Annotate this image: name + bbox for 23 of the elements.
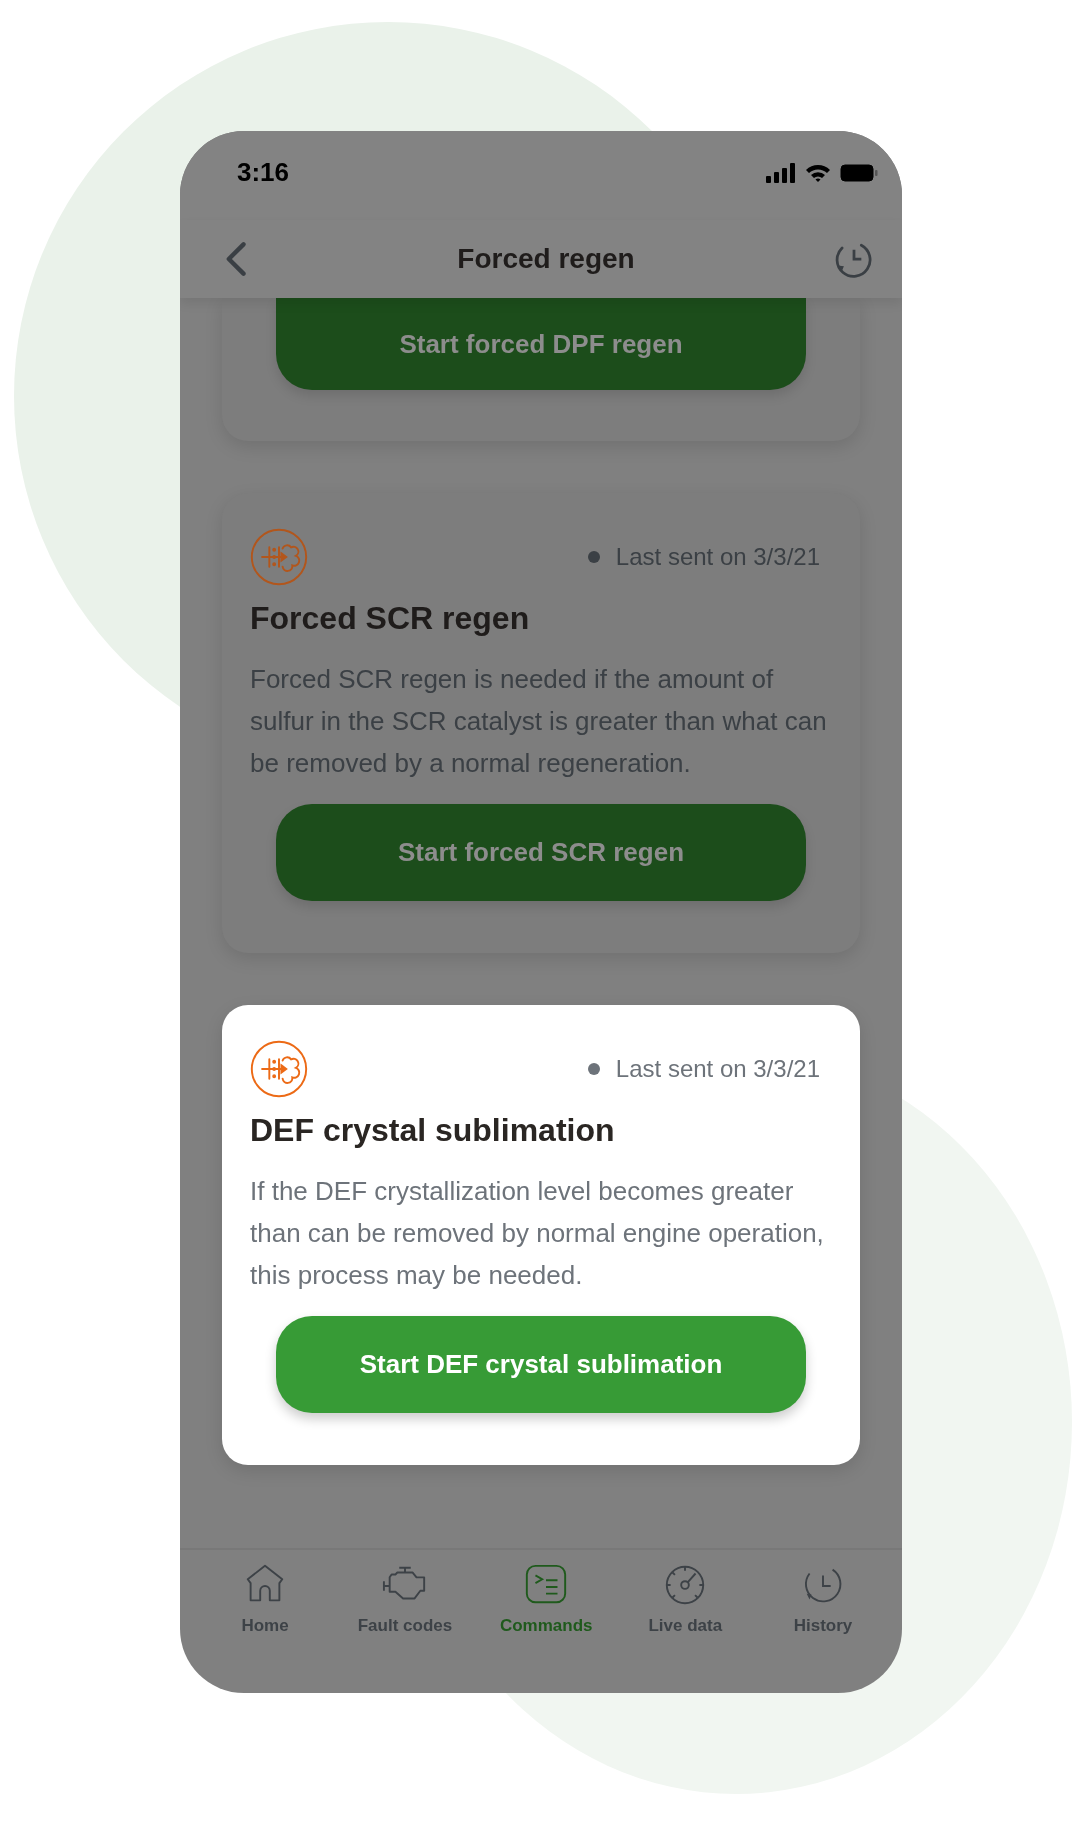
screen-title: Forced regen xyxy=(457,243,635,275)
last-sent-text: Last sent on 3/3/21 xyxy=(615,1055,820,1083)
card-description: Forced SCR regen is needed if the amount of sulfur in the SCR catalyst is greater than what can be removed by a normal regeneration. xyxy=(250,663,828,780)
cloud-filter-icon xyxy=(250,1040,308,1098)
battery-icon xyxy=(840,163,878,182)
start-button[interactable]: Start forced DPF regen xyxy=(276,298,806,390)
wifi-icon xyxy=(804,162,832,183)
signal-icon xyxy=(766,162,796,183)
status-dot xyxy=(587,1063,600,1075)
start-button[interactable]: Start DEF crystal sublimation xyxy=(276,1316,806,1413)
cloud-filter-icon xyxy=(250,528,308,586)
tab-item[interactable]: Fault codes xyxy=(357,1562,453,1693)
card-title: Forced SCR regen xyxy=(250,599,531,638)
tab-item[interactable]: Commands xyxy=(499,1562,593,1693)
last-sent-text: Last sent on 3/3/21 xyxy=(615,543,820,571)
card-title: DEF crystal sublimation xyxy=(250,1111,616,1150)
start-button[interactable]: Start forced SCR regen xyxy=(276,804,806,901)
tab-item[interactable]: History xyxy=(778,1562,868,1693)
tab-item[interactable]: Home xyxy=(220,1562,310,1693)
status-dot xyxy=(587,551,600,563)
status-time: 3:16 xyxy=(237,157,290,188)
card-description: If the DEF crystallization level becomes greater than can be removed by normal engine operation, this process may be needed. xyxy=(250,1175,825,1292)
tab-item[interactable]: Live data xyxy=(640,1562,731,1693)
